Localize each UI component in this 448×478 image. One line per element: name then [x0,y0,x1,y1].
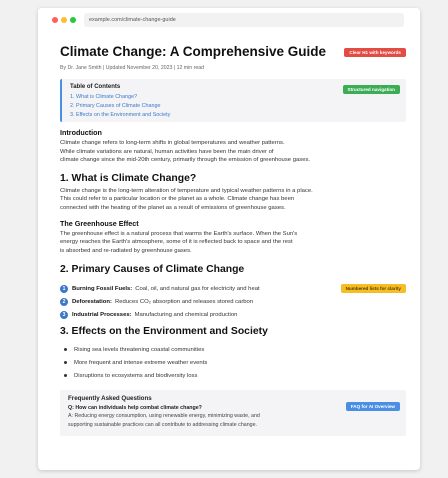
effects-list: Rising sea levels threatening coastal co… [60,343,406,382]
list-item: 1 Burning Fossil Fuels: Coal, oil, and na… [60,282,406,295]
bullet-icon [64,348,67,352]
toc-link-what-is[interactable]: 1. What is Climate Change? [70,93,398,102]
intro-text: Climate change refers to long-term shift… [60,140,311,164]
close-window-icon[interactable] [52,17,58,23]
causes-list: Numbered lists for clarity 1 Burning Fos… [60,282,406,321]
maximize-window-icon[interactable] [70,17,76,23]
toc-annotation-badge: Structured navigation [342,85,400,94]
bullet-icon [64,361,67,365]
section-1-heading: 1. What is Climate Change? [60,172,197,184]
section-2-heading: 2. Primary Causes of Climate Change [60,264,245,276]
browser-chrome: example.com/climate-change-guide [38,8,420,32]
number-marker: 1 [60,284,68,293]
minimize-window-icon[interactable] [61,17,67,23]
faq-annotation-badge: FAQ for AI Overview [345,402,400,412]
greenhouse-heading: The Greenhouse Effect [60,218,139,228]
number-marker: 2 [60,297,68,306]
bullet-icon [64,374,67,378]
list-item: More frequent and intense extreme weathe… [60,356,406,369]
table-of-contents: Structured navigation Table of Contents … [60,79,406,122]
browser-window: example.com/climate-change-guide Climate… [38,8,420,470]
section-3-heading: 3. Effects on the Environment and Societ… [60,326,268,338]
number-marker: 3 [60,310,68,319]
list-item: Disruptions to ecosystems and biodiversi… [60,369,406,382]
faq-section: FAQ for AI Overview Frequently Asked Que… [60,390,406,437]
toc-link-effects[interactable]: 3. Effects on the Environment and Societ… [70,111,398,120]
address-bar[interactable]: example.com/climate-change-guide [84,13,404,27]
toc-link-causes[interactable]: 2. Primary Causes of Climate Change [70,102,398,111]
list-item: Rising sea levels threatening coastal co… [60,343,406,356]
article: Climate Change: A Comprehensive Guide Cl… [60,44,406,437]
faq-title: Frequently Asked Questions [68,395,152,403]
intro-heading: Introduction [60,128,102,137]
section-1-text: Climate change is the long-term alterati… [60,187,313,211]
h1-annotation-badge: Clear H1 with keywords [344,48,406,57]
greenhouse-text: The greenhouse effect is a natural proce… [60,230,298,254]
article-meta: By Dr. Jane Smith | Updated November 20,… [60,65,204,71]
list-item: 2 Deforestation: Reduces CO₂ absorption a… [60,295,406,308]
faq-answer: A: Reducing energy consumption, using re… [68,413,260,428]
list-item: 3 Industrial Processes: Manufacturing and… [60,308,406,321]
